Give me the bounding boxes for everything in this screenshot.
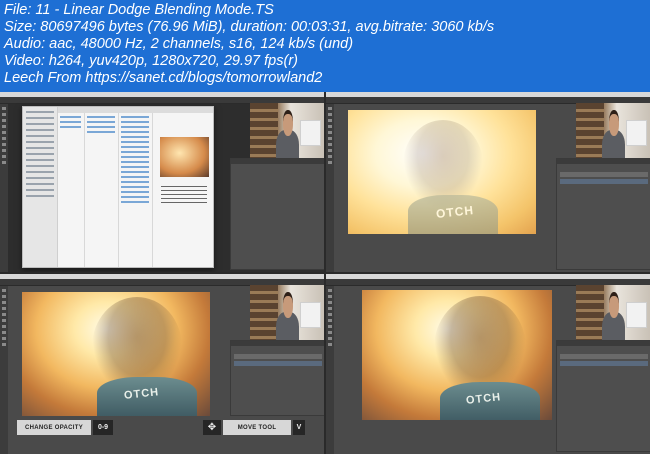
tool-panel <box>0 104 8 272</box>
presenter-webcam <box>576 103 650 158</box>
presenter-webcam <box>250 103 324 158</box>
move-tool-key: V <box>293 420 305 435</box>
shortcut-hint-change-opacity: CHANGE OPACITY 0-9 <box>17 420 113 435</box>
image-canvas: OTCH <box>22 292 210 416</box>
presenter-webcam <box>576 285 650 340</box>
thumbnail-frame-1[interactable] <box>0 92 324 272</box>
tool-panel <box>0 286 8 454</box>
move-arrows-icon: ✥ <box>203 420 221 435</box>
layers-panel <box>230 158 324 270</box>
change-opacity-key: 0-9 <box>93 420 113 435</box>
size-line: Size: 80697496 bytes (76.96 MiB), durati… <box>4 19 495 35</box>
file-preview <box>159 137 209 177</box>
thumbnail-frame-3[interactable]: OTCH CHANGE OPACITY 0-9 ✥ MOVE TOOL V <box>0 274 324 454</box>
image-canvas: OTCH <box>348 110 536 234</box>
tool-panel <box>326 104 334 272</box>
shortcut-hint-move-tool: ✥ MOVE TOOL V <box>203 420 305 435</box>
media-info-header: File: 11 - Linear Dodge Blending Mode.TS… <box>0 0 650 92</box>
thumbnail-frame-4[interactable]: OTCH <box>326 274 650 454</box>
layers-panel <box>556 158 650 270</box>
layers-panel <box>230 340 324 416</box>
audio-line: Audio: aac, 48000 Hz, 2 channels, s16, 1… <box>4 36 354 52</box>
file-open-dialog <box>22 106 214 268</box>
tool-panel <box>326 286 334 454</box>
image-canvas: OTCH <box>362 290 552 420</box>
presenter-webcam <box>250 285 324 340</box>
thumbnail-frame-2[interactable]: OTCH <box>326 92 650 272</box>
leech-line: Leech From https://sanet.cd/blogs/tomorr… <box>4 70 323 86</box>
thumbnail-grid: OTCH OTCH CHANGE OPACITY 0-9 ✥ MOVE TOOL… <box>0 92 650 454</box>
layers-panel <box>556 340 650 452</box>
move-tool-label: MOVE TOOL <box>223 420 291 435</box>
change-opacity-label: CHANGE OPACITY <box>17 420 91 435</box>
video-line: Video: h264, yuv420p, 1280x720, 29.97 fp… <box>4 53 298 69</box>
file-line: File: 11 - Linear Dodge Blending Mode.TS <box>4 2 274 18</box>
